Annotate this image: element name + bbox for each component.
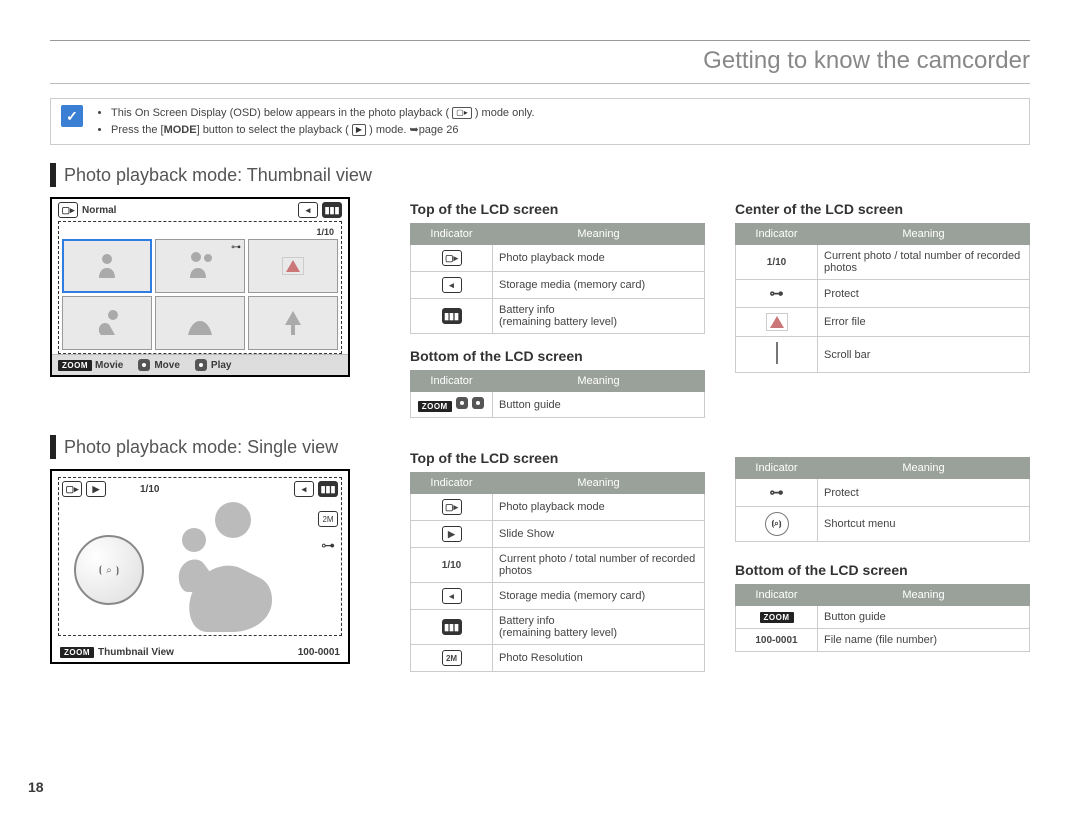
- battery-icon: ▮▮▮: [442, 308, 462, 324]
- note-line-1: This On Screen Display (OSD) below appea…: [111, 105, 535, 122]
- photo-mode-icon: ▢▸: [62, 481, 82, 497]
- thumb-5: [155, 296, 245, 350]
- warning-icon: [770, 316, 784, 328]
- photo-mode-icon: ▢▸: [442, 250, 462, 266]
- table-bottom-1: IndicatorMeaning ZOOM Button guide: [410, 370, 705, 418]
- section-thumbnail-view: Photo playback mode: Thumbnail view: [50, 163, 1030, 187]
- slideshow-icon: ▶: [86, 481, 106, 497]
- file-number: 100-0001: [298, 647, 340, 658]
- photo-count: 1/10: [140, 484, 159, 495]
- playback-icon: ▶: [352, 124, 366, 136]
- lcd-single-mock: ▢▸ ▶ 1/10 ◂ ▮▮▮ 2M ⊶ ⦗⌕⦘ ZOOM Thumbnai: [50, 469, 350, 664]
- check-icon: ✓: [61, 105, 83, 127]
- heading-bottom-lcd: Bottom of the LCD screen: [410, 348, 705, 364]
- heading-top-lcd: Top of the LCD screen: [410, 201, 705, 217]
- card-icon: ◂: [442, 588, 462, 604]
- scrollbar-icon: [776, 342, 778, 364]
- shortcut-wheel-icon: ⦗⌕⦘: [765, 512, 789, 536]
- card-icon: ◂: [294, 481, 314, 497]
- page-title: Getting to know the camcorder: [50, 47, 1030, 75]
- page-number: 18: [28, 779, 44, 795]
- warning-icon: [286, 260, 300, 272]
- zoom-label: ZOOM: [60, 647, 94, 658]
- thumb-6: [248, 296, 338, 350]
- table-center: IndicatorMeaning 1/10Current photo / tot…: [735, 223, 1030, 373]
- table-bottom-2: IndicatorMeaning ZOOMButton guide 100-00…: [735, 584, 1030, 652]
- thumb-2: ⊶: [155, 239, 245, 293]
- card-icon: ◂: [442, 277, 462, 293]
- zoom-icon: ZOOM: [760, 612, 794, 623]
- battery-icon: ▮▮▮: [442, 619, 462, 635]
- play-dot-icon: [195, 359, 207, 371]
- dot-icon: [456, 397, 468, 409]
- zoom-label: ZOOM: [58, 360, 92, 371]
- card-icon: ◂: [298, 202, 318, 218]
- move-dot-icon: [138, 359, 150, 371]
- protect-icon: ⊶: [770, 484, 784, 500]
- photo-count: 1/10: [62, 225, 338, 239]
- heading-bottom-lcd-2: Bottom of the LCD screen: [735, 562, 1030, 578]
- thumb-1: [62, 239, 152, 293]
- note-line-2: Press the [MODE] button to select the pl…: [111, 122, 535, 139]
- protect-icon: ⊶: [321, 537, 335, 554]
- resolution-icon: 2M: [318, 511, 338, 527]
- protect-icon: ⊶: [770, 285, 784, 301]
- table-top-2: IndicatorMeaning ▢▸Photo playback mode ▶…: [410, 472, 705, 672]
- photo-mode-icon: ▢▸: [452, 107, 472, 119]
- heading-center-lcd: Center of the LCD screen: [735, 201, 1030, 217]
- note-box: ✓ This On Screen Display (OSD) below app…: [50, 98, 1030, 145]
- protect-icon: ⊶: [231, 242, 241, 253]
- thumb-3: [248, 239, 338, 293]
- table-top-2-right: IndicatorMeaning ⊶Protect ⦗⌕⦘Shortcut me…: [735, 457, 1030, 542]
- zoom-icon: ZOOM: [418, 401, 452, 412]
- heading-top-lcd-2: Top of the LCD screen: [410, 450, 705, 466]
- table-top-1: IndicatorMeaning ▢▸Photo playback mode ◂…: [410, 223, 705, 334]
- battery-icon: ▮▮▮: [318, 481, 338, 497]
- rule-top: [50, 40, 1030, 41]
- photo-mode-icon: ▢▸: [442, 499, 462, 515]
- battery-icon: ▮▮▮: [322, 202, 342, 218]
- lcd-thumbnail-mock: ▢▸ Normal ◂ ▮▮▮ 1/10 ⊶: [50, 197, 350, 377]
- resolution-icon: 2M: [442, 650, 462, 666]
- thumb-4: [62, 296, 152, 350]
- shortcut-wheel-icon: ⦗⌕⦘: [74, 535, 144, 605]
- dot-icon: [472, 397, 484, 409]
- rule-sub: [50, 83, 1030, 84]
- photo-mode-icon: ▢▸: [58, 202, 78, 218]
- slideshow-icon: ▶: [442, 526, 462, 542]
- section-single-view: Photo playback mode: Single view: [50, 435, 380, 459]
